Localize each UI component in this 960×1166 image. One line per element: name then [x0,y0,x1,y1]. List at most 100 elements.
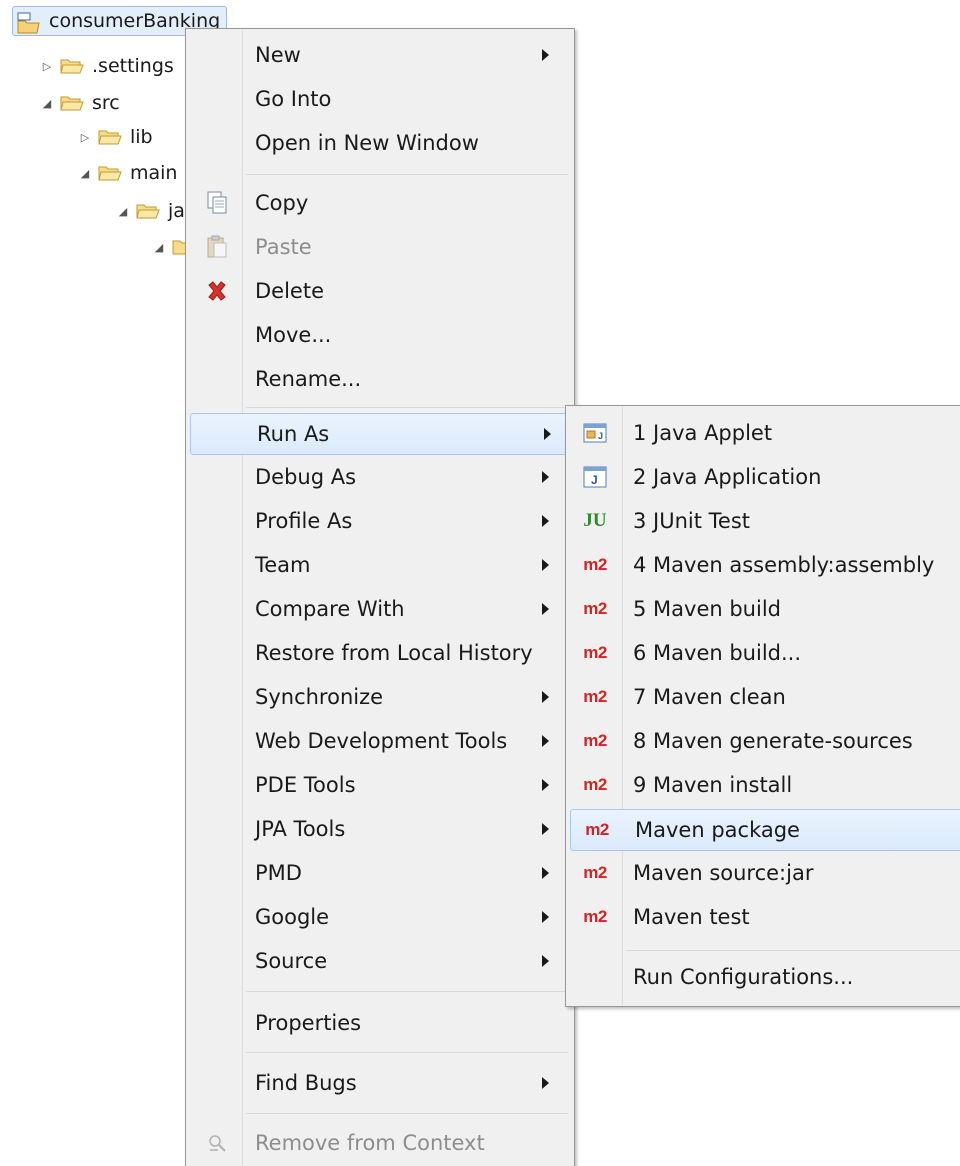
menu-item-label: Web Development Tools [255,729,508,753]
menu-item-new[interactable]: New [189,35,571,75]
menu-item-label: JPA Tools [255,817,346,841]
tree-item-label: main [130,162,178,184]
submenu-item-label: Maven package [635,818,800,842]
maven-icon: m2 [583,907,607,926]
submenu-arrow-icon [542,823,549,835]
menu-item-copy[interactable]: Copy [189,183,571,223]
maven-icon: m2 [583,555,607,574]
submenu-item-label: 4 Maven assembly:assembly [633,553,935,577]
submenu-arrow-icon [542,471,549,483]
menu-item-pde-tools[interactable]: PDE Tools [189,765,571,805]
menu-item-label: Restore from Local History [255,641,533,665]
menu-item-web-development-tools[interactable]: Web Development Tools [189,721,571,761]
tree-item-lib[interactable]: ▷ lib [78,122,153,152]
menu-item-label: Go Into [255,87,332,111]
collapse-icon[interactable]: ◢ [152,240,166,254]
menu-separator [246,174,568,175]
submenu-arrow-icon [542,779,549,791]
paste-icon [204,234,230,260]
submenu-item-5-maven-build[interactable]: m2 5 Maven build [569,589,959,629]
menu-item-label: Open in New Window [255,131,479,155]
menu-item-pmd[interactable]: PMD [189,853,571,893]
menu-item-label: Source [255,949,328,973]
menu-item-move[interactable]: Move... [189,315,571,355]
menu-item-label: Team [255,553,311,577]
menu-item-jpa-tools[interactable]: JPA Tools [189,809,571,849]
submenu-item-label: 8 Maven generate-sources [633,729,913,753]
menu-item-compare-with[interactable]: Compare With [189,589,571,629]
menu-item-profile-as[interactable]: Profile As [189,501,571,541]
menu-item-google[interactable]: Google [189,897,571,937]
submenu-arrow-icon [542,603,549,615]
submenu-arrow-icon [542,911,549,923]
menu-item-label: Properties [255,1011,362,1035]
tree-item-settings[interactable]: ▷ .settings [40,51,174,81]
java-applet-icon: J [578,420,612,446]
maven-project-icon [17,12,41,34]
junit-icon: JU [583,510,607,531]
menu-item-find-bugs[interactable]: Find Bugs [189,1063,571,1103]
run-as-submenu: J 1 Java Applet J 2 Java Application JU 3 JUn… [565,405,960,1007]
expand-icon[interactable]: ▷ [78,130,92,144]
submenu-item-run-configurations[interactable]: Run Configurations... [569,957,959,997]
menu-item-label: Move... [255,323,332,347]
submenu-item-8-maven-generate-sources[interactable]: m2 8 Maven generate-sources [569,721,959,761]
menu-item-label: Copy [255,191,309,215]
maven-icon: m2 [583,643,607,662]
menu-item-open-in-new-window[interactable]: Open in New Window [189,123,571,163]
submenu-item-label: 1 Java Applet [633,421,773,445]
maven-icon: m2 [583,731,607,750]
submenu-arrow-icon [542,1077,549,1089]
folder-icon [60,57,84,75]
tree-item-src[interactable]: ◢ src [40,88,120,118]
menu-item-label: New [255,43,301,67]
maven-icon: m2 [583,775,607,794]
context-menu: New Go Into Open in New Window Copy Paste Del… [185,28,575,1166]
submenu-arrow-icon [542,559,549,571]
menu-item-label: Debug As [255,465,357,489]
submenu-item-4-maven-assembly-assembly[interactable]: m2 4 Maven assembly:assembly [569,545,959,585]
svg-text:J: J [591,473,598,487]
submenu-item-maven-source-jar[interactable]: m2 Maven source:jar [569,853,959,893]
menu-item-debug-as[interactable]: Debug As [189,457,571,497]
menu-item-rename[interactable]: Rename... [189,359,571,399]
menu-separator [246,991,568,992]
submenu-item-1-java-applet[interactable]: J 1 Java Applet [569,413,959,453]
submenu-item-label: 6 Maven build... [633,641,802,665]
maven-icon: m2 [583,687,607,706]
menu-item-label: Google [255,905,330,929]
menu-item-delete[interactable]: Delete [189,271,571,311]
tree-item-label: lib [130,126,153,148]
svg-text:J: J [598,431,603,441]
folder-open-icon [98,164,122,182]
submenu-item-label: 7 Maven clean [633,685,786,709]
menu-item-label: PMD [255,861,302,885]
menu-separator [626,950,960,951]
collapse-icon[interactable]: ◢ [78,166,92,180]
tree-item-main[interactable]: ◢ main [78,158,178,188]
submenu-item-label: 5 Maven build [633,597,781,621]
submenu-item-maven-test[interactable]: m2 Maven test [569,897,959,937]
collapse-icon[interactable]: ◢ [116,204,130,218]
menu-item-restore-from-local-history[interactable]: Restore from Local History [189,633,571,673]
copy-icon [204,190,230,216]
submenu-item-label: Maven source:jar [633,861,814,885]
submenu-item-maven-package[interactable]: m2 Maven package [570,809,960,851]
menu-item-properties[interactable]: Properties [189,1003,571,1043]
menu-item-synchronize[interactable]: Synchronize [189,677,571,717]
submenu-item-9-maven-install[interactable]: m2 9 Maven install [569,765,959,805]
menu-item-label: Rename... [255,367,362,391]
menu-item-go-into[interactable]: Go Into [189,79,571,119]
expand-icon[interactable]: ▷ [40,59,54,73]
folder-open-icon [136,202,160,220]
submenu-item-6-maven-build[interactable]: m2 6 Maven build... [569,633,959,673]
delete-icon [204,278,230,304]
menu-item-run-as[interactable]: Run As [190,413,570,455]
menu-item-team[interactable]: Team [189,545,571,585]
submenu-item-3-junit-test[interactable]: JU 3 JUnit Test [569,501,959,541]
collapse-icon[interactable]: ◢ [40,96,54,110]
submenu-item-7-maven-clean[interactable]: m2 7 Maven clean [569,677,959,717]
submenu-item-2-java-application[interactable]: J 2 Java Application [569,457,959,497]
tree-item-label: src [92,92,120,114]
menu-item-source[interactable]: Source [189,941,571,981]
